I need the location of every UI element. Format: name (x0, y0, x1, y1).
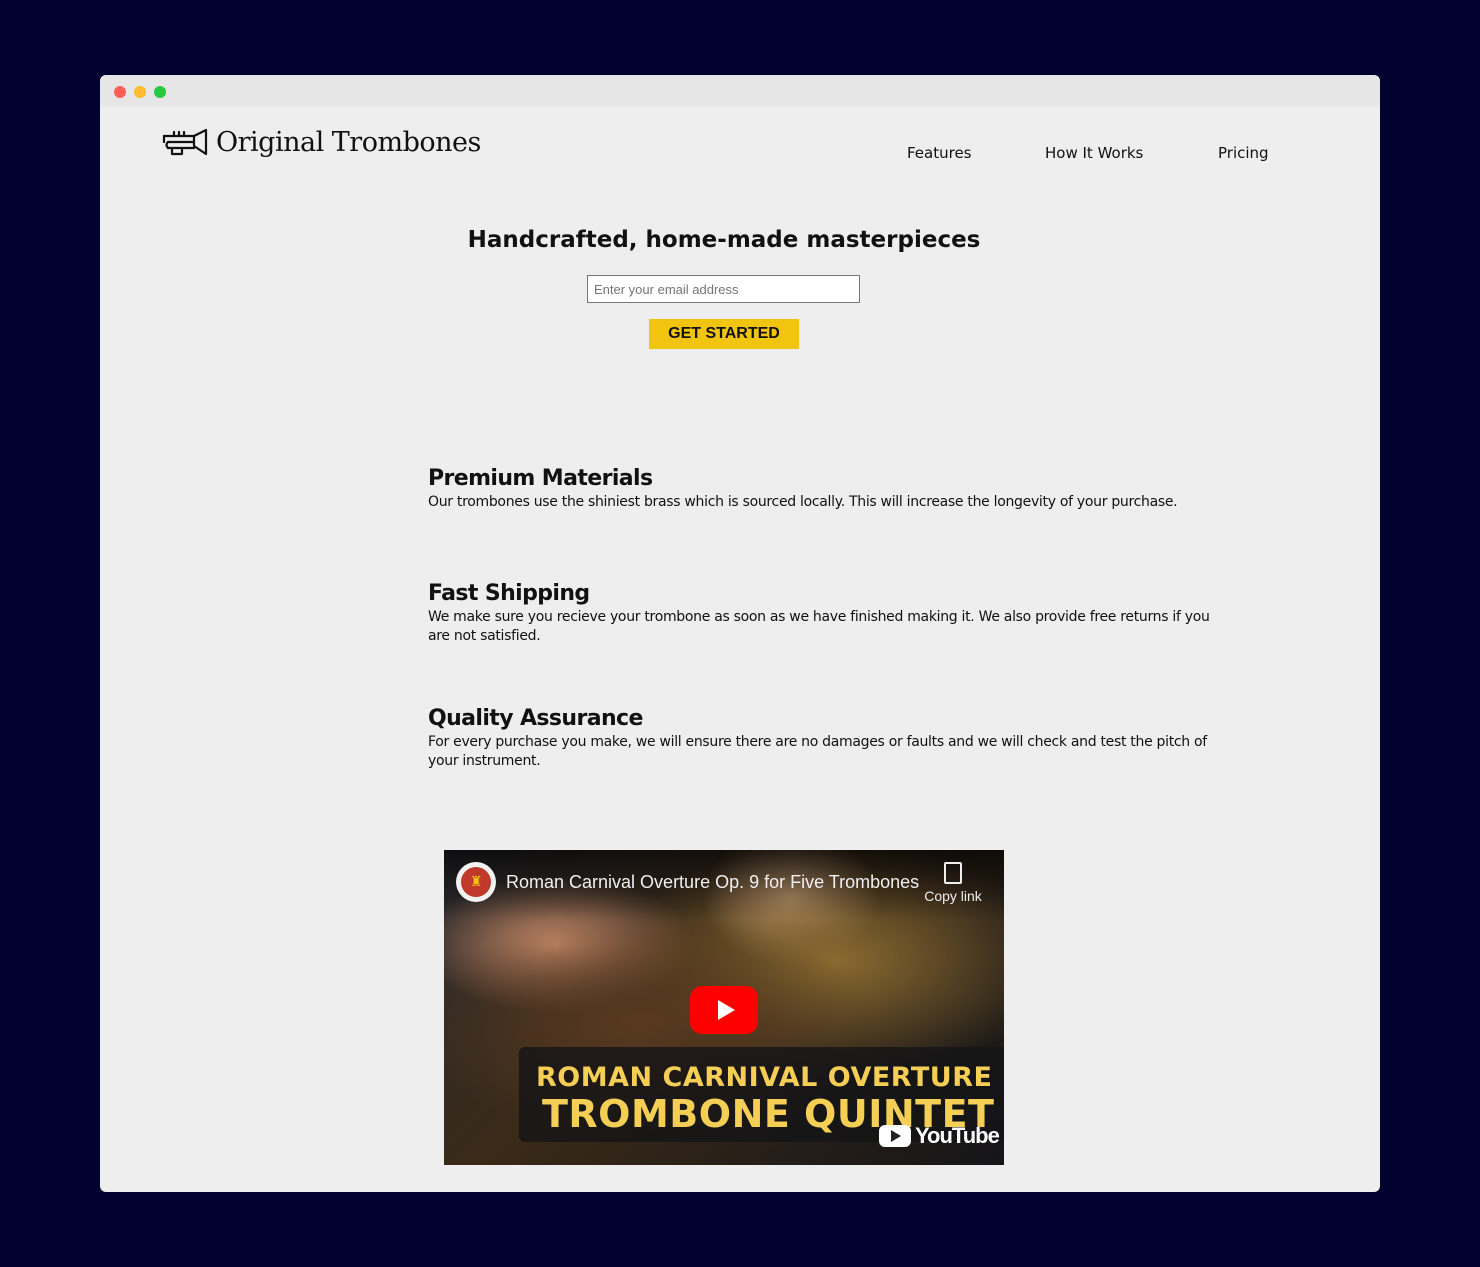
feature-fast-shipping: Fast Shipping We make sure you recieve y… (428, 580, 1228, 646)
nav-link-features[interactable]: Features (907, 144, 972, 162)
play-button[interactable] (690, 986, 758, 1034)
feature-title: Fast Shipping (428, 581, 590, 606)
nav-link-pricing[interactable]: Pricing (1218, 144, 1269, 162)
youtube-logo[interactable]: YouTube (879, 1123, 1000, 1149)
site-logo[interactable]: Original Trombones (162, 127, 481, 158)
feature-premium-materials: Premium Materials Our trombones use the … (428, 465, 1228, 512)
video-title[interactable]: Roman Carnival Overture Op. 9 for Five T… (506, 872, 919, 893)
site-header: Original Trombones Features How It Works… (100, 107, 1380, 187)
hero-title: Handcrafted, home-made masterpieces (467, 227, 981, 253)
feature-text: We make sure you recieve your trombone a… (428, 609, 1210, 644)
channel-avatar[interactable]: ♜ (456, 862, 496, 902)
copy-link-button[interactable]: Copy link (924, 862, 982, 904)
youtube-label: YouTube (915, 1123, 1000, 1148)
feature-quality-assurance: Quality Assurance For every purchase you… (428, 705, 1228, 771)
feature-title: Quality Assurance (428, 706, 643, 731)
banner-line-1: ROMAN CARNIVAL OVERTURE (536, 1062, 993, 1093)
trombone-icon (162, 128, 208, 158)
maximize-window-button[interactable] (154, 86, 166, 98)
feature-text: For every purchase you make, we will ens… (428, 734, 1207, 769)
nav-link-how-it-works[interactable]: How It Works (1045, 144, 1143, 162)
feature-text: Our trombones use the shiniest brass whi… (428, 494, 1178, 510)
copy-icon (944, 862, 962, 884)
window-titlebar (100, 75, 1380, 107)
copy-link-label: Copy link (924, 888, 982, 904)
play-icon (717, 1000, 735, 1020)
youtube-icon (879, 1125, 911, 1147)
email-input[interactable] (587, 275, 860, 303)
video-embed[interactable]: ♜ Roman Carnival Overture Op. 9 for Five… (444, 850, 1004, 1165)
channel-logo-icon: ♜ (461, 867, 491, 897)
close-window-button[interactable] (114, 86, 126, 98)
browser-window: Original Trombones Features How It Works… (100, 75, 1380, 1192)
brand-name: Original Trombones (216, 127, 481, 158)
minimize-window-button[interactable] (134, 86, 146, 98)
get-started-button[interactable]: GET STARTED (649, 319, 799, 349)
feature-title: Premium Materials (428, 466, 653, 491)
